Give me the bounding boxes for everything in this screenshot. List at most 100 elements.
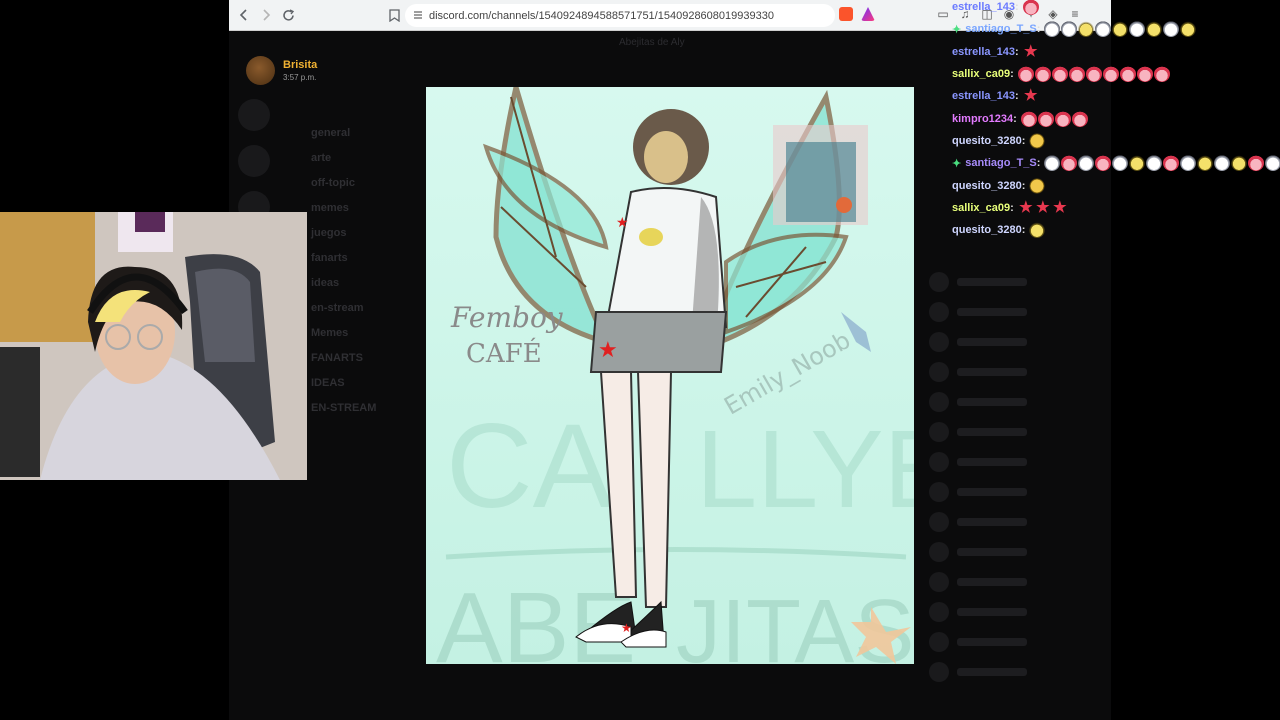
hat-emote-icon	[1163, 155, 1180, 171]
chat-message: sallix_ca09:	[952, 65, 1171, 83]
reload-icon[interactable]	[277, 4, 299, 26]
frog-emote-icon	[1129, 155, 1146, 171]
member-row[interactable]	[929, 511, 1109, 533]
chat-separator: :	[1021, 224, 1026, 236]
hat-emote-icon	[1068, 66, 1085, 82]
hat-emote-icon	[1051, 66, 1068, 82]
server-icon[interactable]	[238, 145, 270, 177]
ghost-emote-icon	[1163, 21, 1180, 37]
sidebar-icon[interactable]: ▭	[935, 6, 951, 22]
hat-emote-icon	[1054, 111, 1071, 127]
member-row[interactable]	[929, 451, 1109, 473]
member-row[interactable]	[929, 271, 1109, 293]
image-preview[interactable]: CA LLYEN ABE JITAS	[426, 87, 914, 664]
member-list	[929, 271, 1109, 691]
chat-message: kimpro1234:	[952, 110, 1089, 128]
hat-emote-icon	[1085, 66, 1102, 82]
chat-message: quesito_3280:	[952, 132, 1046, 150]
member-row[interactable]	[929, 571, 1109, 593]
chat-username[interactable]: quesito_3280	[952, 135, 1022, 147]
hat-emote-icon	[1136, 66, 1153, 82]
member-row[interactable]	[929, 361, 1109, 383]
channel-item[interactable]: off-topic	[281, 171, 421, 196]
chat-username[interactable]: santiago_T_S	[965, 23, 1037, 35]
member-row[interactable]	[929, 421, 1109, 443]
hat-emote-icon	[1102, 66, 1119, 82]
chat-username[interactable]: estrella_143	[952, 46, 1015, 58]
channel-item[interactable]: arte	[281, 146, 421, 171]
chat-separator: :	[1010, 68, 1014, 80]
message-time: 3:57 p.m.	[283, 73, 317, 82]
chat-message: quesito_3280:	[952, 221, 1046, 239]
member-row[interactable]	[929, 481, 1109, 503]
frog-emote-icon	[1231, 155, 1248, 171]
hat-emote-icon	[1037, 111, 1054, 127]
chat-username[interactable]: estrella_143	[952, 1, 1015, 13]
svg-text:★: ★	[621, 621, 632, 635]
member-row[interactable]	[929, 661, 1109, 683]
chat-separator: :	[1036, 23, 1041, 35]
author-name[interactable]: Brisita	[283, 59, 317, 71]
chat-username[interactable]: quesito_3280	[952, 180, 1022, 192]
ghost-emote-icon	[1044, 155, 1061, 171]
member-row[interactable]	[929, 391, 1109, 413]
chat-username[interactable]: sallix_ca09	[952, 202, 1010, 214]
server-icon[interactable]	[238, 99, 270, 131]
chat-username[interactable]: santiago_T_S	[965, 157, 1037, 169]
chat-username[interactable]: sallix_ca09	[952, 68, 1010, 80]
ghost-emote-icon	[1044, 21, 1061, 37]
channel-item[interactable]: general	[281, 121, 421, 146]
hat-emote-icon	[1061, 155, 1078, 171]
chat-username[interactable]: estrella_143	[952, 90, 1015, 102]
member-row[interactable]	[929, 631, 1109, 653]
member-row[interactable]	[929, 331, 1109, 353]
ghost-emote-icon	[1180, 155, 1197, 171]
member-row[interactable]	[929, 301, 1109, 323]
star-emote-icon: ★	[1019, 199, 1033, 216]
frog-emote-icon	[1112, 21, 1129, 37]
brave-rewards-icon[interactable]	[861, 7, 875, 21]
ghost-emote-icon	[1214, 155, 1231, 171]
chat-separator: :	[1015, 1, 1019, 13]
avatar[interactable]	[246, 56, 275, 85]
frog-emote-icon	[1197, 155, 1214, 171]
frog-emote-icon	[1078, 21, 1095, 37]
brave-shield-icon[interactable]	[839, 7, 853, 21]
chat-separator: :	[1021, 135, 1026, 147]
chat-separator: :	[1015, 46, 1019, 58]
bookmark-icon[interactable]	[383, 4, 405, 26]
chat-username[interactable]: kimpro1234	[952, 113, 1013, 125]
ghost-emote-icon	[1129, 21, 1146, 37]
hat-emote-icon	[1034, 66, 1051, 82]
hat-emote-icon	[1153, 66, 1170, 82]
chat-message: estrella_143: ★	[952, 43, 1040, 61]
fanart-drawing: CA LLYEN ABE JITAS	[426, 87, 914, 664]
back-icon[interactable]	[233, 4, 255, 26]
chat-separator: :	[1036, 157, 1041, 169]
chat-separator: :	[1010, 202, 1014, 214]
cat-emote-icon	[1029, 133, 1046, 149]
chat-separator: :	[1013, 113, 1017, 125]
bg-text-llyen: LLYEN	[696, 408, 914, 531]
forward-icon[interactable]	[255, 4, 277, 26]
cafe-text: CAFÉ	[466, 337, 542, 369]
address-bar[interactable]: discord.com/channels/1540924894588571751…	[405, 4, 835, 27]
frog-emote-icon	[1180, 21, 1197, 37]
ghost-emote-icon	[1078, 155, 1095, 171]
site-settings-icon[interactable]	[412, 9, 424, 21]
svg-text:★: ★	[598, 338, 618, 363]
star-emote-icon: ★	[1053, 199, 1067, 216]
chat-message: ✦ santiago_T_S:	[952, 20, 1197, 38]
star-emote-icon: ★	[1023, 87, 1038, 104]
message-author: Brisita 3:57 p.m.	[246, 56, 317, 85]
member-row[interactable]	[929, 541, 1109, 563]
ghost-emote-icon	[1146, 155, 1163, 171]
hat-emote-icon	[1095, 155, 1112, 171]
channel-header-title: Abejitas de Aly	[619, 37, 685, 48]
member-row[interactable]	[929, 601, 1109, 623]
chat-username[interactable]: quesito_3280	[952, 224, 1022, 236]
star-emote-icon: ★	[1023, 43, 1038, 60]
frog-emote-icon	[1146, 21, 1163, 37]
subscriber-badge-icon: ✦	[952, 157, 962, 170]
hat-emote-icon	[1119, 66, 1136, 82]
